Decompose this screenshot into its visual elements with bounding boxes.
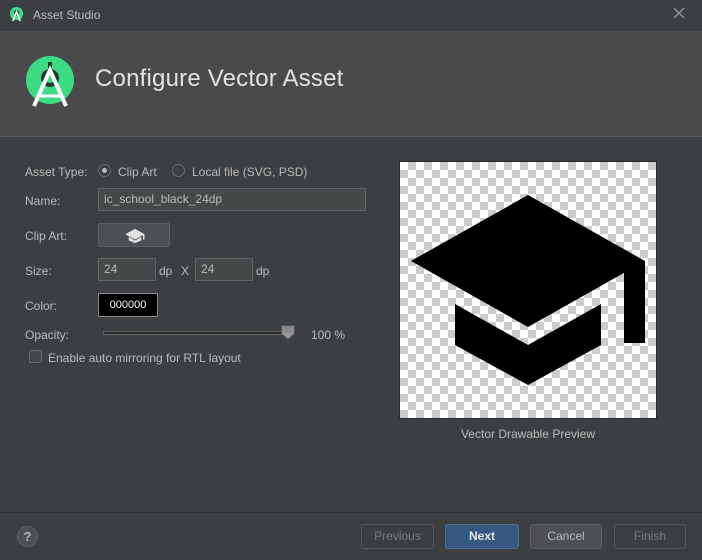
opacity-slider[interactable] <box>103 331 293 335</box>
school-icon <box>125 228 145 244</box>
name-label: Name: <box>25 194 61 208</box>
previous-button[interactable]: Previous <box>361 524 434 549</box>
width-field[interactable]: 24 <box>98 258 156 281</box>
finish-button[interactable]: Finish <box>614 524 686 549</box>
width-unit: dp <box>159 264 173 278</box>
clip-art-radio-label[interactable]: Clip Art <box>118 165 157 179</box>
help-button[interactable]: ? <box>17 526 38 547</box>
wizard-header: Configure Vector Asset <box>0 30 702 137</box>
preview-caption: Vector Drawable Preview <box>460 427 596 441</box>
color-label: Color: <box>25 299 58 313</box>
rtl-mirroring-checkbox[interactable] <box>29 350 42 363</box>
opacity-slider-thumb[interactable] <box>281 325 295 340</box>
window-title: Asset Studio <box>33 8 101 22</box>
vector-preview <box>399 161 657 419</box>
title-bar: Asset Studio <box>0 0 702 30</box>
android-studio-icon <box>9 7 24 22</box>
page-title: Configure Vector Asset <box>95 65 344 92</box>
clip-art-label: Clip Art: <box>25 229 68 243</box>
asset-type-label: Asset Type: <box>25 165 88 179</box>
rtl-mirroring-label[interactable]: Enable auto mirroring for RTL layout <box>48 351 241 365</box>
cancel-button[interactable]: Cancel <box>530 524 602 549</box>
opacity-label: Opacity: <box>25 328 70 342</box>
school-icon <box>411 195 645 385</box>
clip-art-radio[interactable] <box>98 164 111 177</box>
local-file-radio-label[interactable]: Local file (SVG, PSD) <box>192 165 307 179</box>
size-separator: X <box>181 264 190 278</box>
android-studio-logo <box>26 56 74 107</box>
height-field[interactable]: 24 <box>195 258 253 281</box>
close-icon[interactable] <box>670 4 688 22</box>
local-file-radio[interactable] <box>172 164 185 177</box>
next-button[interactable]: Next <box>445 524 519 549</box>
clip-art-button[interactable] <box>98 223 170 247</box>
color-picker-button[interactable]: 000000 <box>98 293 158 317</box>
opacity-value: 100 % <box>311 328 346 342</box>
name-field[interactable]: ic_school_black_24dp <box>98 188 366 211</box>
size-label: Size: <box>25 264 52 278</box>
height-unit: dp <box>256 264 270 278</box>
footer-divider <box>0 512 702 513</box>
